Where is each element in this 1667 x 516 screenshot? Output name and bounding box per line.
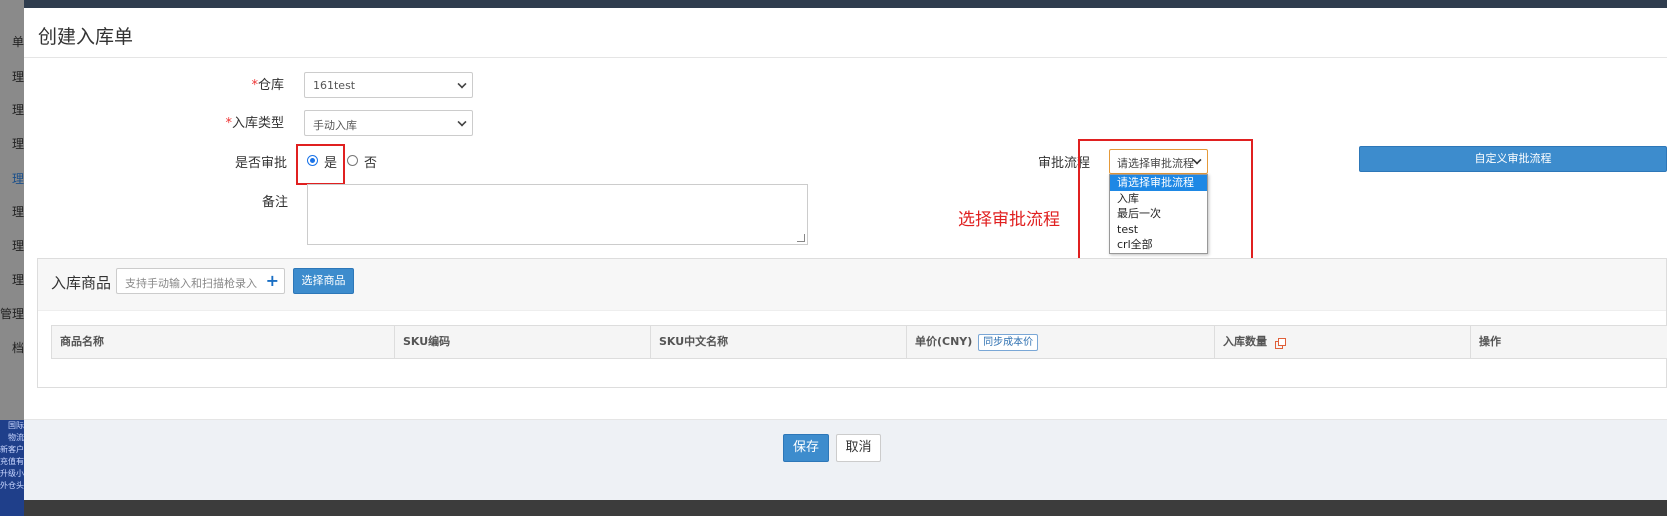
- modal-header: 创建入库单: [24, 8, 1667, 58]
- sidebar-item: 理: [11, 137, 24, 151]
- sidebar-item: 管理: [0, 307, 24, 321]
- background-top-nav: [0, 0, 1667, 8]
- flow-option[interactable]: 最后一次: [1110, 206, 1207, 222]
- sidebar-item: 理: [11, 239, 24, 253]
- sidebar-item: 单: [11, 35, 24, 49]
- sidebar-item: 档: [11, 341, 24, 355]
- goods-panel-header: 入库商品 支持手动输入和扫描枪录入 + 选择商品: [38, 259, 1666, 311]
- flow-option[interactable]: crl全部: [1110, 237, 1207, 253]
- background-brand-banner: 国际 物流 新客户 充值有 升级小 外仓头程: [0, 420, 24, 516]
- sidebar-item: 理: [11, 273, 24, 287]
- resize-handle-icon[interactable]: [797, 234, 805, 242]
- background-sidebar: 单 理 理 理 理 理 理 理 管理 档 国际 物流 新客户 充值有 升级小 外…: [0, 0, 24, 516]
- goods-table-header: 商品名称 SKU编码 SKU中文名称 单价(CNY) 同步成本价 入库数量 操作: [51, 325, 1667, 359]
- warehouse-label: *仓库: [251, 78, 284, 93]
- scan-input[interactable]: 支持手动输入和扫描枪录入 +: [116, 268, 285, 294]
- warehouse-select[interactable]: 161test: [304, 72, 473, 98]
- approval-yes-label: 是: [324, 156, 338, 171]
- goods-panel: 入库商品 支持手动输入和扫描枪录入 + 选择商品 商品名称 SKU编码 SKU中…: [37, 258, 1667, 388]
- custom-flow-button[interactable]: 自定义审批流程: [1359, 146, 1667, 172]
- flow-select[interactable]: 请选择审批流程: [1109, 149, 1208, 174]
- flow-option[interactable]: test: [1110, 222, 1207, 238]
- chevron-down-icon: [457, 79, 467, 89]
- column-header: 商品名称: [52, 326, 395, 358]
- sidebar-item: 理: [11, 103, 24, 117]
- copy-icon[interactable]: [1274, 337, 1286, 349]
- column-header-quantity: 入库数量: [1215, 326, 1471, 358]
- inbound-type-label: *入库类型: [225, 116, 284, 131]
- column-header-price: 单价(CNY) 同步成本价: [907, 326, 1215, 358]
- flow-dropdown-list: 请选择审批流程 入库 最后一次 test crl全部: [1109, 174, 1208, 254]
- sidebar-item: 理: [11, 205, 24, 219]
- modal-footer: 保存 取消: [24, 419, 1667, 500]
- inbound-type-select[interactable]: 手动入库: [304, 110, 473, 136]
- modal-title: 创建入库单: [38, 26, 134, 48]
- goods-title: 入库商品: [51, 274, 112, 292]
- sidebar-item: 理: [11, 70, 24, 84]
- approval-label: 是否审批: [234, 156, 287, 171]
- plus-icon[interactable]: +: [266, 271, 279, 290]
- background-bottom-bar: [24, 500, 1667, 516]
- sidebar-item: 理: [11, 172, 24, 186]
- chevron-down-icon: [457, 117, 467, 127]
- cancel-button[interactable]: 取消: [836, 434, 881, 462]
- remark-textarea[interactable]: [307, 184, 808, 245]
- save-button[interactable]: 保存: [783, 434, 829, 462]
- column-header: SKU编码: [395, 326, 651, 358]
- approval-no-label: 否: [364, 156, 378, 171]
- remark-label: 备注: [261, 195, 288, 210]
- sync-cost-button[interactable]: 同步成本价: [978, 333, 1039, 351]
- flow-option[interactable]: 入库: [1110, 191, 1207, 207]
- column-header: 操作: [1479, 335, 1501, 348]
- approval-yes-radio[interactable]: [307, 155, 318, 166]
- choose-goods-button[interactable]: 选择商品: [293, 268, 354, 294]
- create-inbound-modal: 创建入库单 *仓库 161test *入库类型 手动入库 是否审批 是 否 备注…: [24, 8, 1667, 500]
- flow-option[interactable]: 请选择审批流程: [1110, 175, 1207, 191]
- approval-no-radio[interactable]: [347, 155, 358, 166]
- column-header: SKU中文名称: [651, 326, 907, 358]
- highlight-box: [296, 144, 345, 185]
- annotation-text: 选择审批流程: [958, 210, 1060, 230]
